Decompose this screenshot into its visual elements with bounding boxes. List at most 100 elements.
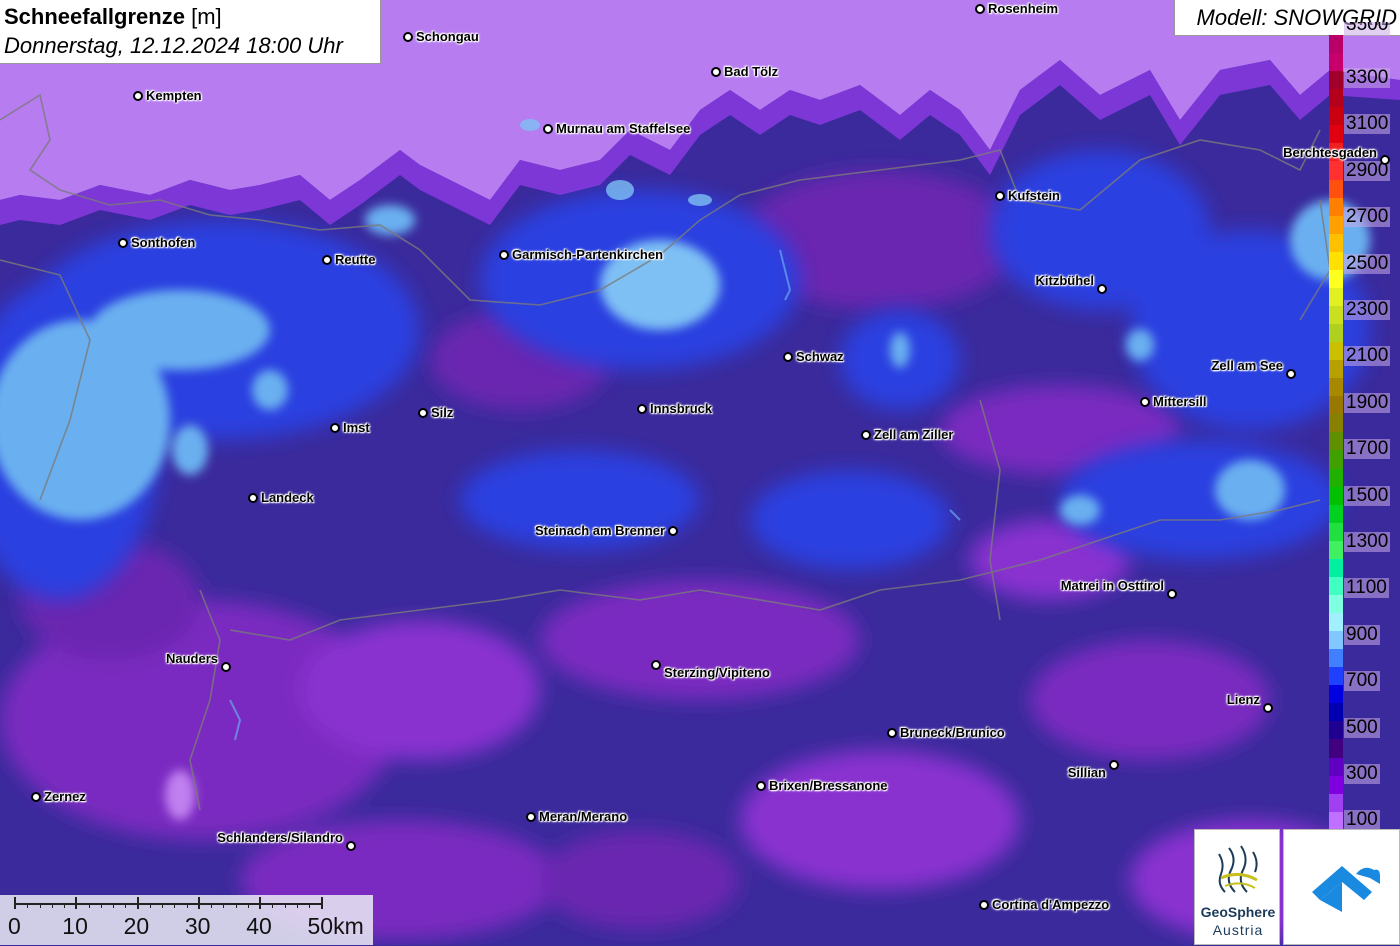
scale-minor-tick — [39, 903, 41, 908]
title-box: Schneefallgrenze [m] Donnerstag, 12.12.2… — [0, 0, 381, 64]
legend-color-step — [1329, 613, 1343, 632]
legend-color-step — [1329, 576, 1343, 595]
scale-tick — [75, 897, 78, 909]
legend-color-step — [1329, 775, 1343, 794]
scale-minor-tick — [51, 903, 53, 908]
legend-label: 300 — [1344, 763, 1380, 784]
city-marker — [118, 238, 128, 248]
geosphere-emblem-icon — [1218, 845, 1258, 893]
city-marker — [403, 32, 413, 42]
city-label: Schlanders/Silandro — [217, 830, 343, 845]
legend-color-step — [1329, 414, 1343, 433]
geosphere-name: GeoSphere — [1200, 904, 1276, 920]
city-marker — [31, 792, 41, 802]
city-marker — [668, 526, 678, 536]
legend-color-step — [1329, 360, 1343, 379]
city-marker — [756, 781, 766, 791]
city-label: Lienz — [1226, 692, 1260, 707]
city-label: Imst — [343, 420, 370, 435]
city-label: Murnau am Staffelsee — [556, 121, 691, 136]
legend-color-step — [1329, 540, 1343, 559]
legend-label: 700 — [1344, 670, 1380, 692]
legend-color-step — [1329, 757, 1343, 776]
legend-color-step — [1329, 703, 1343, 722]
legend-color-step — [1329, 161, 1343, 180]
scale-tick — [320, 897, 323, 909]
scale-minor-tick — [88, 903, 90, 908]
snow-app-logo[interactable] — [1283, 829, 1400, 945]
scale-tick — [197, 897, 200, 909]
scale-label: 40 — [246, 913, 272, 939]
legend-color-step — [1329, 215, 1343, 234]
parameter-name: Schneefallgrenze — [4, 4, 185, 29]
legend-label: 500 — [1344, 716, 1380, 738]
city-marker — [499, 250, 509, 260]
city-marker — [975, 4, 985, 14]
geosphere-logo[interactable]: GeoSphere Austria — [1194, 829, 1280, 945]
legend-label: 100 — [1344, 809, 1380, 831]
city-marker — [1380, 155, 1390, 165]
city-marker — [1167, 589, 1177, 599]
legend-color-step — [1329, 450, 1343, 469]
scale-minor-tick — [149, 903, 151, 908]
legend-color-step — [1329, 811, 1343, 830]
legend-label: 3300 — [1344, 67, 1391, 88]
scale-minor-tick — [296, 903, 298, 908]
city-marker — [221, 662, 231, 672]
scale-label: 10 — [62, 913, 88, 939]
city-label: Sonthofen — [131, 235, 196, 250]
legend-color-step — [1329, 486, 1343, 505]
city-marker — [1097, 284, 1107, 294]
city-marker — [1109, 760, 1119, 770]
city-label: Garmisch-Partenkirchen — [512, 247, 664, 262]
scale-minor-tick — [247, 903, 249, 908]
scale-minor-tick — [113, 903, 115, 908]
city-label: Mittersill — [1153, 394, 1207, 409]
scale-label: 50km — [307, 913, 364, 939]
scale-label: 0 — [8, 913, 21, 939]
city-label: Meran/Merano — [539, 809, 628, 824]
city-marker — [861, 430, 871, 440]
city-label: Kufstein — [1008, 188, 1060, 203]
scale-minor-tick — [309, 903, 311, 908]
legend-color-step — [1329, 287, 1343, 306]
scale-label: 30 — [184, 913, 211, 939]
scale-minor-tick — [125, 903, 127, 908]
legend-color-step — [1329, 197, 1343, 216]
scale-minor-tick — [174, 903, 176, 908]
scale-minor-tick — [27, 903, 29, 908]
city-label: Brixen/Bressanone — [769, 778, 888, 793]
legend-color-step — [1329, 35, 1343, 54]
legend-label-top: 3500 — [1344, 22, 1391, 36]
legend-label: 3100 — [1344, 113, 1391, 135]
city-label: Kempten — [146, 88, 202, 103]
city-label: Silz — [431, 405, 454, 420]
scale-tick — [259, 897, 262, 909]
legend-color-step — [1329, 721, 1343, 740]
legend-color-step — [1329, 558, 1343, 577]
legend-color-step — [1329, 396, 1343, 415]
city-label: Berchtesgaden — [1283, 145, 1377, 160]
forecast-datetime: Donnerstag, 12.12.2024 18:00 Uhr — [4, 33, 343, 58]
city-label: Innsbruck — [650, 401, 713, 416]
parameter-unit: [m] — [191, 4, 222, 29]
legend-color-step — [1329, 432, 1343, 451]
city-label: Sterzing/Vipiteno — [664, 665, 770, 680]
city-label: Nauders — [165, 651, 218, 666]
scale-minor-tick — [211, 903, 213, 908]
city-label: Zell am Ziller — [874, 427, 954, 442]
legend-color-step — [1329, 251, 1343, 270]
scale-label: 20 — [123, 913, 150, 939]
city-label: Zernez — [44, 789, 86, 804]
city-label: Reutte — [335, 252, 376, 267]
legend-color-step — [1329, 269, 1343, 288]
legend-color-step — [1329, 125, 1343, 144]
city-label: Matrei in Osttirol — [1060, 578, 1164, 593]
city-marker — [543, 124, 553, 134]
scale-tick — [14, 897, 16, 909]
legend-label: 1300 — [1344, 531, 1391, 552]
legend-label: 1900 — [1344, 391, 1391, 413]
city-label: Rosenheim — [988, 1, 1059, 16]
legend-color-step — [1329, 179, 1343, 198]
legend-color-step — [1329, 504, 1343, 523]
